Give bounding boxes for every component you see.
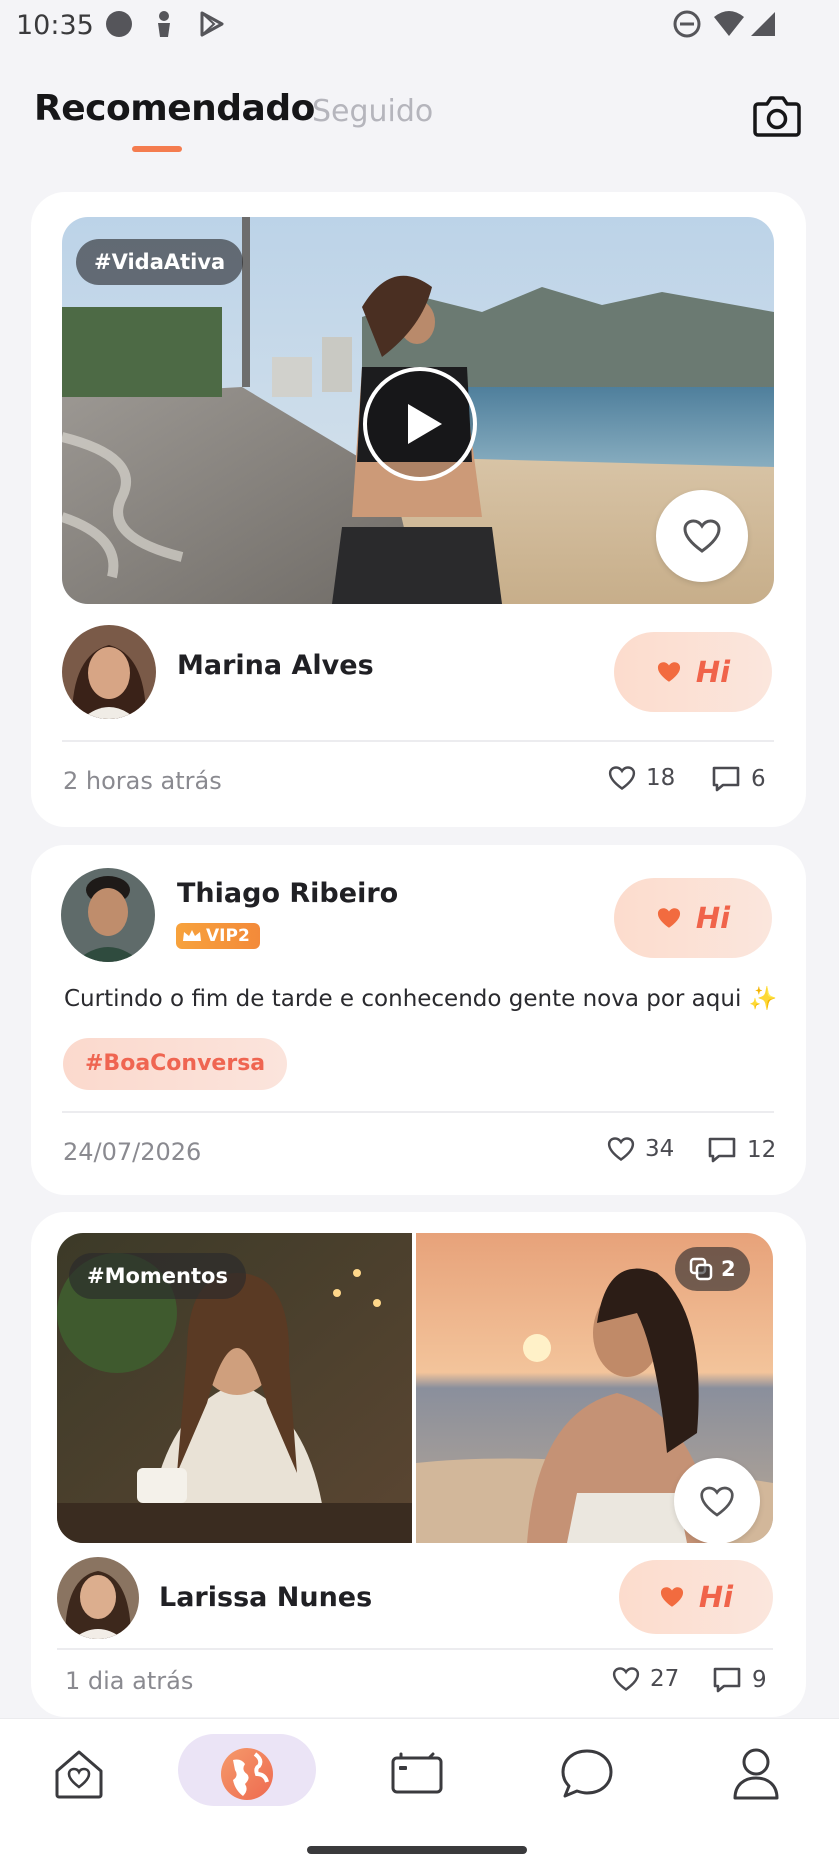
- post-hashtag[interactable]: #BoaConversa: [63, 1038, 288, 1090]
- like-count-value: 34: [645, 1136, 675, 1162]
- like-photo-button[interactable]: [656, 490, 748, 582]
- multiple-photos-icon: [689, 1257, 713, 1281]
- like-photo-button[interactable]: [674, 1458, 760, 1543]
- post-text: Curtindo o fim de tarde e conhecendo gen…: [64, 986, 778, 1012]
- crown-icon: [183, 930, 201, 941]
- photo-count-value: 2: [721, 1257, 736, 1281]
- active-tab-indicator: [132, 146, 182, 152]
- user-avatar-image: [62, 625, 156, 719]
- play-icon[interactable]: [362, 366, 478, 482]
- hi-label: Hi: [698, 1580, 734, 1614]
- post-hashtag-overlay[interactable]: #Momentos: [69, 1253, 246, 1299]
- user-name[interactable]: Larissa Nunes: [159, 1582, 372, 1613]
- camera-icon: [753, 96, 801, 137]
- heart-outline-icon: [700, 1486, 734, 1517]
- user-name[interactable]: Thiago Ribeiro: [177, 878, 398, 909]
- signal-icon: [751, 12, 775, 36]
- say-hi-button[interactable]: Hi: [614, 878, 772, 958]
- vip-label: VIP2: [206, 926, 250, 946]
- status-bar: 10:35: [0, 0, 839, 54]
- nav-chat[interactable]: [527, 1719, 647, 1829]
- say-hi-button[interactable]: Hi: [614, 632, 772, 712]
- comment-count[interactable]: 6: [711, 765, 766, 793]
- heart-outline-icon: [683, 519, 721, 553]
- post-card: #VidaAtiva Marina Alves Hi 2 horas atrás…: [31, 192, 806, 827]
- chat-icon: [561, 1749, 613, 1798]
- heart-filled-icon: [657, 662, 680, 682]
- comment-count-value: 6: [751, 766, 766, 792]
- home-indicator[interactable]: [307, 1846, 527, 1854]
- wifi-icon: [714, 11, 744, 36]
- heart-filled-icon: [657, 908, 680, 928]
- say-hi-button[interactable]: Hi: [619, 1560, 773, 1634]
- nav-home[interactable]: [19, 1719, 139, 1829]
- heart-outline-icon: [612, 1667, 640, 1692]
- comment-icon: [713, 1667, 741, 1693]
- heart-outline-icon: [608, 766, 636, 791]
- photo-count-badge: 2: [675, 1247, 750, 1291]
- post-card: #Momentos 2 Larissa Nunes Hi 1 dia atrás…: [31, 1212, 806, 1717]
- like-count[interactable]: 27: [612, 1666, 679, 1692]
- comment-count[interactable]: 9: [712, 1666, 767, 1694]
- person-notification-icon: [158, 11, 170, 37]
- like-count[interactable]: 18: [608, 765, 675, 791]
- divider: [57, 1648, 773, 1650]
- post-card: Thiago Ribeiro VIP2 Hi Curtindo o fim de…: [31, 845, 806, 1195]
- play-store-icon: [200, 11, 224, 37]
- post-timestamp: 1 dia atrás: [65, 1667, 194, 1695]
- hi-label: Hi: [695, 655, 731, 689]
- comment-icon: [708, 1137, 736, 1163]
- hi-label: Hi: [695, 901, 731, 935]
- like-count-value: 18: [646, 765, 676, 791]
- notification-dot-icon: [106, 11, 132, 37]
- do-not-disturb-icon: [673, 10, 701, 38]
- heart-outline-icon: [607, 1137, 635, 1162]
- status-time: 10:35: [16, 10, 94, 41]
- post-timestamp: 2 horas atrás: [63, 767, 222, 795]
- user-avatar-image: [57, 1557, 139, 1639]
- like-count-value: 27: [650, 1666, 680, 1692]
- post-photo-gallery[interactable]: #Momentos 2: [57, 1233, 773, 1543]
- camera-button[interactable]: [752, 92, 802, 140]
- comment-icon: [712, 766, 740, 792]
- comment-count-value: 9: [752, 1667, 767, 1693]
- avatar[interactable]: [57, 1557, 139, 1639]
- tab-recommended[interactable]: Recomendado: [34, 88, 315, 129]
- comment-count[interactable]: 12: [707, 1136, 776, 1164]
- divider: [62, 1111, 774, 1113]
- profile-icon: [733, 1748, 779, 1800]
- explore-icon: [221, 1748, 273, 1800]
- tab-following[interactable]: Seguido: [312, 94, 433, 129]
- nav-profile[interactable]: [696, 1719, 816, 1829]
- divider: [62, 740, 774, 742]
- nav-explore[interactable]: [187, 1719, 307, 1829]
- avatar[interactable]: [61, 868, 155, 962]
- like-count[interactable]: 34: [607, 1136, 674, 1162]
- heart-filled-icon: [660, 1587, 683, 1607]
- video-icon: [391, 1752, 443, 1794]
- post-hashtag-overlay[interactable]: #VidaAtiva: [76, 239, 244, 285]
- nav-video[interactable]: [357, 1719, 477, 1829]
- post-timestamp: 24/07/2026: [63, 1138, 202, 1166]
- user-avatar-image: [61, 868, 155, 962]
- user-name[interactable]: Marina Alves: [177, 650, 374, 681]
- post-video[interactable]: #VidaAtiva: [62, 217, 774, 604]
- avatar[interactable]: [62, 625, 156, 719]
- comment-count-value: 12: [747, 1137, 777, 1163]
- vip-badge: VIP2: [176, 923, 260, 949]
- home-icon: [55, 1750, 103, 1799]
